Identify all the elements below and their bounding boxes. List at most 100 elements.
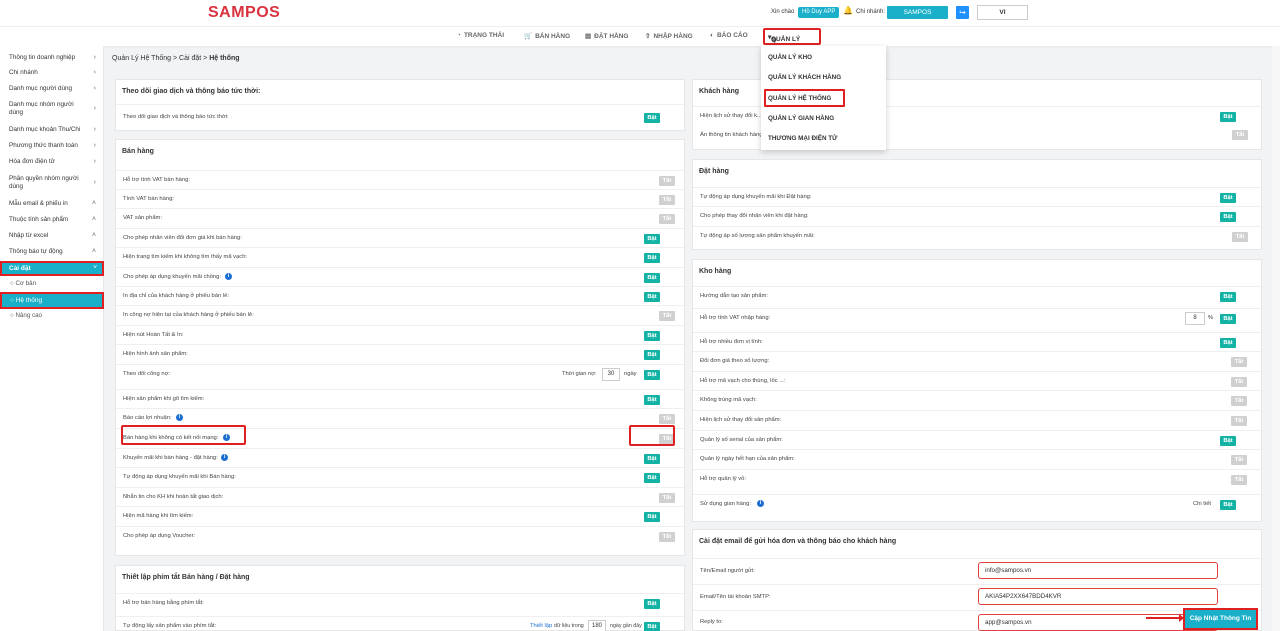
toggle[interactable]: Tắt — [1231, 416, 1247, 426]
breadcrumb-current: Hệ thống — [209, 55, 240, 62]
toggle[interactable]: Bật — [644, 512, 660, 522]
menu-customers[interactable]: QUẢN LÝ KHÁCH HÀNG — [768, 74, 841, 81]
nav-manage[interactable]: ⚙ QUẢN LÝ ▾ — [763, 28, 821, 45]
toggle[interactable]: Bật — [644, 622, 660, 631]
nav-status[interactable]: ◔ TRẠNG THÁI — [457, 32, 504, 39]
toggle[interactable]: Bật — [644, 370, 660, 380]
menu-stock[interactable]: QUẢN LÝ KHO — [768, 54, 812, 61]
update-info-button[interactable]: Cập Nhật Thông Tin — [1183, 608, 1258, 630]
sidebar-item-einvoice[interactable]: Hóa đơn điện tử › — [9, 158, 102, 166]
chevron-right-icon: › — [93, 126, 96, 133]
nav-import[interactable]: ⇧ NHẬP HÀNG — [645, 32, 693, 40]
language-select[interactable]: VI — [977, 5, 1028, 20]
sidebar-item-attributes[interactable]: Thuộc tính sản phẩm ˄ — [9, 216, 102, 224]
toggle[interactable]: Bật — [1220, 436, 1236, 446]
sidebar-item-excel[interactable]: Nhập từ excel ˄ — [9, 232, 102, 240]
toggle[interactable]: Bật — [644, 253, 660, 263]
sidebar-item-email-templates[interactable]: Mẫu email & phiếu in ˄ — [9, 200, 102, 208]
setting-row: Hỗ trợ tính VAT bán hàng: Tắt — [116, 170, 684, 190]
toggle[interactable]: Bật — [644, 473, 660, 483]
nav-orders[interactable]: ▤ ĐẶT HÀNG — [585, 32, 628, 40]
toggle[interactable]: Bật — [1220, 338, 1236, 348]
info-icon[interactable]: i — [757, 500, 764, 507]
setting-row: Sử dụng gian hàng: Bật i Chi tiết — [693, 494, 1261, 514]
nav-sales[interactable]: 🛒 BÁN HÀNG — [524, 32, 570, 40]
toggle[interactable]: Bật — [644, 331, 660, 341]
sidebar-item-permissions[interactable]: Phân quyền nhóm người dùng › — [9, 175, 96, 191]
toggle[interactable]: Tắt — [1232, 130, 1248, 140]
info-icon[interactable]: i — [225, 273, 232, 280]
sidebar-item-business[interactable]: Thông tin doanh nghiệp › — [9, 54, 102, 62]
info-icon[interactable]: i — [176, 414, 183, 421]
toggle[interactable]: Bật — [644, 599, 660, 609]
sidebar-item-payment[interactable]: Phương thức thanh toán › — [9, 142, 102, 150]
toggle[interactable]: Tắt — [659, 195, 675, 205]
toggle[interactable]: Bật — [1220, 112, 1236, 122]
import-icon: ⇧ — [645, 33, 651, 40]
setting-row: Hiện mã hàng khi tìm kiếm: Bật — [116, 506, 684, 526]
toggle[interactable]: Bật — [644, 350, 660, 360]
days-input[interactable]: 180 — [588, 620, 606, 631]
toggle[interactable]: Bật — [644, 234, 660, 244]
vat-input[interactable]: 8 — [1185, 312, 1205, 325]
sidebar-sub-advanced[interactable]: ○ Nâng cao — [10, 312, 42, 319]
panel-orders: Đặt hàng Tự động áp dụng khuyến mãi khi … — [692, 159, 1262, 250]
toggle[interactable]: Tắt — [659, 214, 675, 224]
sender-email-input[interactable]: info@sampos.vn — [978, 562, 1218, 579]
panel-title: Đặt hàng — [699, 168, 729, 175]
setting-row: Tự động lấy sản phẩm vào phím tắt: Thiết… — [116, 616, 684, 631]
debt-days-input[interactable]: 30 — [602, 368, 620, 381]
toggle[interactable]: Bật — [644, 454, 660, 464]
toggle[interactable]: Bật — [1220, 212, 1236, 222]
setting-row: Hiện hình ảnh sản phẩm: Bật — [116, 344, 684, 364]
sidebar-item-branches[interactable]: Chi nhánh › — [9, 69, 102, 77]
toggle[interactable]: Tắt — [1232, 232, 1248, 242]
toggle[interactable]: Bật — [1220, 314, 1236, 324]
sidebar-item-users[interactable]: Danh mục người dùng › — [9, 85, 102, 93]
toggle[interactable]: Bật — [1220, 500, 1236, 510]
logout-icon[interactable]: ↪ — [956, 6, 969, 19]
sidebar-sub-basic[interactable]: ○ Cơ bản — [10, 280, 36, 287]
setting-row: Hỗ trợ mã vạch cho thùng, lốc ...: Tắt — [693, 371, 1261, 391]
main-nav: ◔ TRẠNG THÁI 🛒 BÁN HÀNG ▤ ĐẶT HÀNG ⇧ NHẬP HÀ… — [0, 27, 1280, 46]
panel-title: Theo dõi giao dịch và thông báo tức thời… — [122, 88, 261, 95]
toggle[interactable]: Tắt — [659, 176, 675, 186]
menu-stores[interactable]: QUẢN LÝ GIAN HÀNG — [768, 115, 834, 122]
menu-system[interactable]: QUẢN LÝ HỆ THỐNG — [768, 95, 831, 102]
toggle[interactable]: Tắt — [659, 493, 675, 503]
bell-icon[interactable]: 🔔 — [843, 6, 853, 15]
toggle[interactable]: Bật — [644, 273, 660, 283]
toggle[interactable]: Bật — [1220, 193, 1236, 203]
sidebar-sub-system[interactable]: ○ Hệ thống — [0, 292, 104, 309]
toggle[interactable]: Tắt — [1231, 475, 1247, 485]
breadcrumb-system[interactable]: Quản Lý Hệ Thống — [112, 55, 171, 62]
menu-ecommerce[interactable]: THƯƠNG MẠI ĐIỆN TỬ — [768, 135, 837, 142]
nav-reports[interactable]: ◐ BÁO CÁO — [710, 32, 748, 39]
sidebar-item-settings[interactable]: Cài đặt ˅ — [0, 261, 104, 276]
toggle[interactable]: Bật — [644, 395, 660, 405]
toggle[interactable]: Tắt — [659, 414, 675, 424]
info-icon[interactable]: i — [221, 454, 228, 461]
setting-row: Hỗ trợ bán hàng bằng phím tắt: Bật — [116, 593, 684, 613]
sidebar-item-notifications[interactable]: Thông báo tự động ˄ — [9, 248, 102, 256]
toggle[interactable]: Tắt — [1231, 357, 1247, 367]
toggle[interactable]: Tắt — [1231, 377, 1247, 387]
panel-title: Khách hàng — [699, 88, 740, 95]
setting-row: Cho phép thay đổi nhân viên khi đặt hàng… — [693, 206, 1261, 226]
user-name-badge[interactable]: Hồ Duy APP — [798, 7, 840, 18]
branch-select[interactable]: SAMPOS — [887, 6, 948, 19]
detail-link[interactable]: Chi tiết — [1193, 501, 1211, 507]
sidebar-item-income-expense[interactable]: Danh mục khoản Thu/Chi › — [9, 126, 102, 134]
setup-link[interactable]: Thiết lập — [530, 623, 552, 629]
scrollbar[interactable] — [1272, 46, 1280, 631]
toggle[interactable]: Tắt — [1231, 455, 1247, 465]
sidebar-item-user-groups[interactable]: Danh mục nhóm người dùng › — [9, 101, 96, 117]
toggle[interactable]: Bật — [644, 292, 660, 302]
toggle[interactable]: Tắt — [659, 532, 675, 542]
toggle[interactable]: Tắt — [659, 311, 675, 321]
toggle[interactable]: Bật — [644, 113, 660, 123]
breadcrumb-settings[interactable]: Cài đặt — [179, 55, 201, 62]
toggle[interactable]: Tắt — [1231, 396, 1247, 406]
toggle[interactable]: Bật — [1220, 292, 1236, 302]
smtp-account-input[interactable]: AKIA54P2XX647BDD4KVR — [978, 588, 1218, 605]
